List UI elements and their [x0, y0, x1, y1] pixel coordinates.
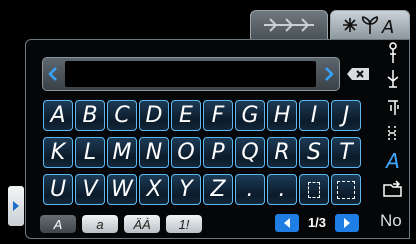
key[interactable]: B [75, 100, 105, 131]
key-period-2[interactable]: . [267, 174, 297, 205]
expand-arrow-icon [13, 201, 19, 211]
space-frame-icon [308, 181, 320, 198]
page-indicator: 1/3 [307, 215, 327, 230]
key[interactable]: V [75, 174, 105, 205]
key[interactable]: I [299, 100, 329, 131]
key[interactable]: A [43, 100, 73, 131]
key[interactable]: X [139, 174, 169, 205]
screen: A A B C D E F G H I J K L M N O P Q R S … [0, 0, 416, 244]
delete-button[interactable] [346, 64, 370, 84]
key[interactable]: J [331, 100, 361, 131]
text-input-field[interactable] [65, 61, 316, 87]
wide-space-frame-icon [337, 180, 355, 199]
cursor-right-button[interactable] [319, 58, 339, 90]
svg-text:A: A [381, 17, 394, 36]
text-input-bar [42, 57, 340, 91]
key-space[interactable] [299, 174, 329, 205]
key[interactable]: G [235, 100, 265, 131]
mode-uppercase-button[interactable]: A [40, 215, 76, 233]
triangle-left-icon [284, 218, 290, 228]
key[interactable]: R [267, 137, 297, 168]
triangle-right-icon [344, 218, 350, 228]
presser-foot-icon[interactable] [383, 68, 403, 90]
key[interactable]: D [139, 100, 169, 131]
tab-stitches[interactable] [250, 10, 328, 40]
key[interactable]: K [43, 137, 73, 168]
backspace-icon [347, 68, 369, 80]
key[interactable]: E [171, 100, 201, 131]
font-select-button[interactable]: A [383, 149, 403, 173]
chevron-left-icon [48, 67, 57, 81]
tab-characters[interactable]: A [330, 10, 410, 40]
key[interactable]: Y [171, 174, 201, 205]
panel-handle[interactable] [8, 186, 24, 226]
page-prev-button[interactable] [275, 214, 299, 232]
feed-dog-icon[interactable] [383, 96, 403, 118]
key[interactable]: M [107, 137, 137, 168]
page-next-button[interactable] [335, 214, 359, 232]
key[interactable]: O [171, 137, 201, 168]
key[interactable]: H [267, 100, 297, 131]
stitch-pattern-icon [264, 18, 314, 32]
memory-folder-icon[interactable] [383, 178, 403, 200]
flower-leaf-letter-icon: A [343, 16, 394, 36]
mode-lowercase-button[interactable]: a [82, 215, 118, 233]
key[interactable]: L [75, 137, 105, 168]
key-wide-space[interactable] [331, 174, 361, 205]
key[interactable]: F [203, 100, 233, 131]
key[interactable]: U [43, 174, 73, 205]
no-button[interactable]: No [380, 211, 402, 231]
mode-accented-button[interactable]: ÄÀ [124, 215, 160, 233]
key[interactable]: P [203, 137, 233, 168]
key[interactable]: T [331, 137, 361, 168]
key[interactable]: S [299, 137, 329, 168]
stitch-length-icon[interactable] [383, 122, 403, 144]
mode-numbers-button[interactable]: 1! [166, 215, 202, 233]
cursor-left-button[interactable] [43, 58, 63, 90]
key[interactable]: Z [203, 174, 233, 205]
key[interactable]: Q [235, 137, 265, 168]
key[interactable]: W [107, 174, 137, 205]
chevron-right-icon [325, 67, 334, 81]
key[interactable]: . [235, 174, 265, 205]
key[interactable]: C [107, 100, 137, 131]
key[interactable]: N [139, 137, 169, 168]
needle-icon[interactable] [383, 42, 403, 64]
